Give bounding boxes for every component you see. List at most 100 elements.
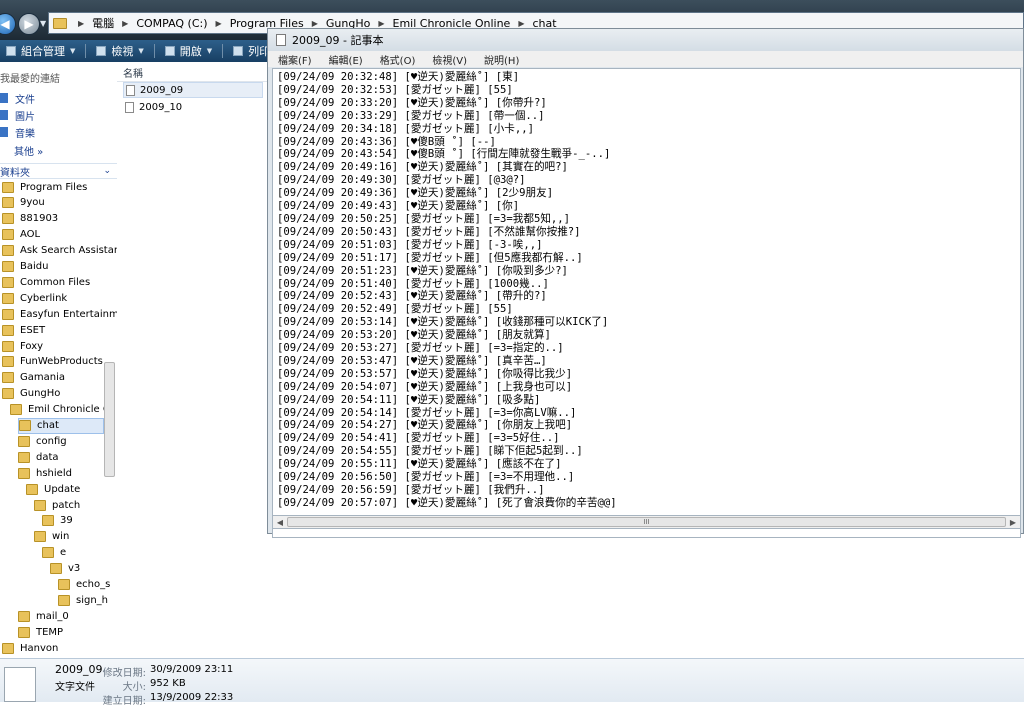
scroll-left-icon[interactable]: ◀: [273, 518, 287, 527]
notepad-title-bar[interactable]: 2009_09 - 記事本: [268, 29, 1023, 51]
folder-icon: [2, 308, 14, 320]
menu-file[interactable]: 檔案(F): [268, 52, 319, 67]
file-name: 2009_10: [139, 101, 183, 113]
tree-item-label: Baidu: [20, 261, 49, 272]
horizontal-scrollbar[interactable]: ◀ III ▶: [272, 515, 1021, 529]
chat-log-line: [09/24/09 20:56:50] [愛ガゼット麗] [=3=不用理他..]: [277, 471, 575, 484]
file-item[interactable]: 2009_09: [123, 82, 263, 98]
tree-item[interactable]: echo_s: [58, 577, 110, 593]
tree-item[interactable]: Baidu: [2, 259, 48, 275]
forward-button[interactable]: ▶: [18, 13, 40, 35]
folder-icon: [19, 420, 31, 431]
tree-item[interactable]: hshield: [18, 465, 72, 481]
favorite-link-label: 文件: [15, 94, 35, 106]
tree-item[interactable]: win: [34, 529, 69, 545]
tree-item[interactable]: GungHo: [2, 386, 60, 402]
tree-item[interactable]: v3: [50, 561, 80, 577]
tree-item-label: Program Files: [20, 181, 88, 193]
tree-item[interactable]: e: [42, 545, 66, 561]
favorite-link-label: 圖片: [15, 111, 35, 123]
tree-item-label: 9you: [20, 197, 45, 209]
notepad-text-area[interactable]: [09/24/09 20:32:48] [♥逆天)愛麗絲˚] [東] [09/24…: [272, 68, 1021, 538]
tree-item[interactable]: data: [18, 449, 59, 465]
scroll-track[interactable]: III: [287, 517, 1006, 527]
tree-item[interactable]: Easyfun Entertainm: [2, 306, 117, 322]
views-button[interactable]: 檢視 ▼: [90, 40, 149, 62]
scroll-thumb[interactable]: III: [287, 517, 1006, 527]
chat-log-line: [09/24/09 20:55:11] [♥逆天)愛麗絲˚] [應該不在了]: [277, 458, 562, 471]
organize-button[interactable]: 組合管理 ▼: [0, 40, 81, 62]
tree-item-label: echo_s: [76, 579, 111, 590]
tree-item-label: Common Files: [20, 276, 91, 288]
chevron-right-icon[interactable]: ▶: [211, 19, 227, 28]
favorite-link-documents[interactable]: 文件: [0, 90, 35, 106]
menu-view[interactable]: 檢視(V): [422, 52, 474, 67]
tree-item[interactable]: chat: [18, 417, 104, 434]
breadcrumb-computer[interactable]: 電腦: [89, 15, 117, 31]
favorite-link-music[interactable]: 音樂: [0, 124, 35, 140]
chat-log-line: [09/24/09 20:54:55] [愛ガゼット麗] [睇下佢起5起到..]: [277, 445, 583, 458]
tree-item[interactable]: 39: [42, 513, 73, 529]
tree-item[interactable]: AOL: [2, 227, 40, 243]
folder-icon: [18, 467, 30, 479]
chat-log-line: [09/24/09 20:52:49] [愛ガゼット麗] [55]: [277, 303, 513, 316]
menu-format[interactable]: 格式(O): [370, 52, 423, 67]
menu-help[interactable]: 說明(H): [474, 52, 526, 67]
folder-icon: [18, 435, 30, 447]
chat-log-line: [09/24/09 20:43:36] [♥傻B頭 ˚] [--]: [277, 135, 496, 148]
music-icon: [0, 127, 8, 137]
tree-item[interactable]: FunWebProducts: [2, 354, 103, 370]
tree-scrollbar-thumb[interactable]: [104, 362, 115, 477]
more-links[interactable]: 其他 »: [14, 143, 43, 158]
chat-log-line: [09/24/09 20:51:40] [愛ガゼット麗] [1000幾..]: [277, 277, 549, 290]
tree-item[interactable]: 9you: [2, 195, 45, 211]
tree-item[interactable]: Foxy: [2, 338, 43, 354]
tree-item[interactable]: 881903: [2, 211, 58, 227]
history-dropdown-icon[interactable]: ▼: [40, 19, 46, 28]
tree-item[interactable]: Update: [26, 481, 80, 497]
tree-item-label: FunWebProducts: [20, 356, 103, 368]
organize-icon: [6, 46, 16, 56]
open-button[interactable]: 開啟 ▼: [159, 40, 218, 62]
chevron-right-icon[interactable]: ▶: [117, 19, 133, 28]
tree-item-label: Update: [44, 483, 81, 495]
tree-item[interactable]: patch: [34, 497, 80, 513]
tree-item[interactable]: Program Files: [2, 179, 87, 195]
tree-item[interactable]: Common Files: [2, 274, 90, 290]
menu-edit[interactable]: 編輯(E): [319, 52, 370, 67]
file-item[interactable]: 2009_10: [123, 99, 263, 115]
details-pane: 2009_09 文字文件 修改日期: 30/9/2009 23:11 大小: 9…: [0, 658, 1024, 707]
tree-item[interactable]: Hanvon: [2, 640, 58, 656]
chevron-right-icon[interactable]: ▶: [373, 19, 389, 28]
chevron-down-icon: ▼: [138, 47, 144, 55]
printer-icon: [233, 46, 244, 56]
favorite-link-pictures[interactable]: 圖片: [0, 107, 35, 123]
scroll-right-icon[interactable]: ▶: [1006, 518, 1020, 527]
chevron-right-icon[interactable]: ▶: [307, 19, 323, 28]
column-header-name[interactable]: 名稱: [117, 64, 269, 82]
chevron-right-icon[interactable]: ▶: [513, 19, 529, 28]
folder-icon: [2, 324, 14, 336]
text-file-icon: [125, 101, 134, 113]
tree-item-label: TEMP: [36, 626, 64, 638]
back-button[interactable]: ◀: [0, 13, 16, 35]
tree-item[interactable]: ESET: [2, 322, 45, 338]
folders-header[interactable]: 資料夾 ⌄: [0, 163, 117, 179]
chat-log-line: [09/24/09 20:50:25] [愛ガゼット麗] [=3=我都5知,,]: [277, 212, 571, 225]
folder-icon: [2, 388, 14, 400]
folder-icon: [2, 642, 14, 654]
tree-item[interactable]: Ask Search Assistan: [2, 243, 117, 259]
tree-item[interactable]: TEMP: [18, 624, 63, 640]
tree-item[interactable]: Emil Chronicle Or: [10, 402, 115, 418]
tree-item[interactable]: Cyberlink: [2, 290, 67, 306]
breadcrumb-drive[interactable]: COMPAQ (C:): [133, 17, 210, 30]
chat-log-line: [09/24/09 20:50:43] [愛ガゼット麗] [不然誰幫你按推?]: [277, 225, 581, 238]
tree-item[interactable]: config: [18, 433, 67, 449]
tree-item-label: Cyberlink: [20, 292, 68, 304]
tree-item[interactable]: mail_0: [18, 608, 69, 624]
chevron-right-icon[interactable]: ▶: [73, 19, 89, 28]
chat-log-line: [09/24/09 20:49:36] [♥逆天)愛麗絲˚] [2少9朋友]: [277, 187, 554, 200]
tree-item[interactable]: sign_h: [58, 592, 108, 608]
tree-item[interactable]: Gamania: [2, 370, 65, 386]
details-size-label: 大小:: [122, 682, 146, 693]
